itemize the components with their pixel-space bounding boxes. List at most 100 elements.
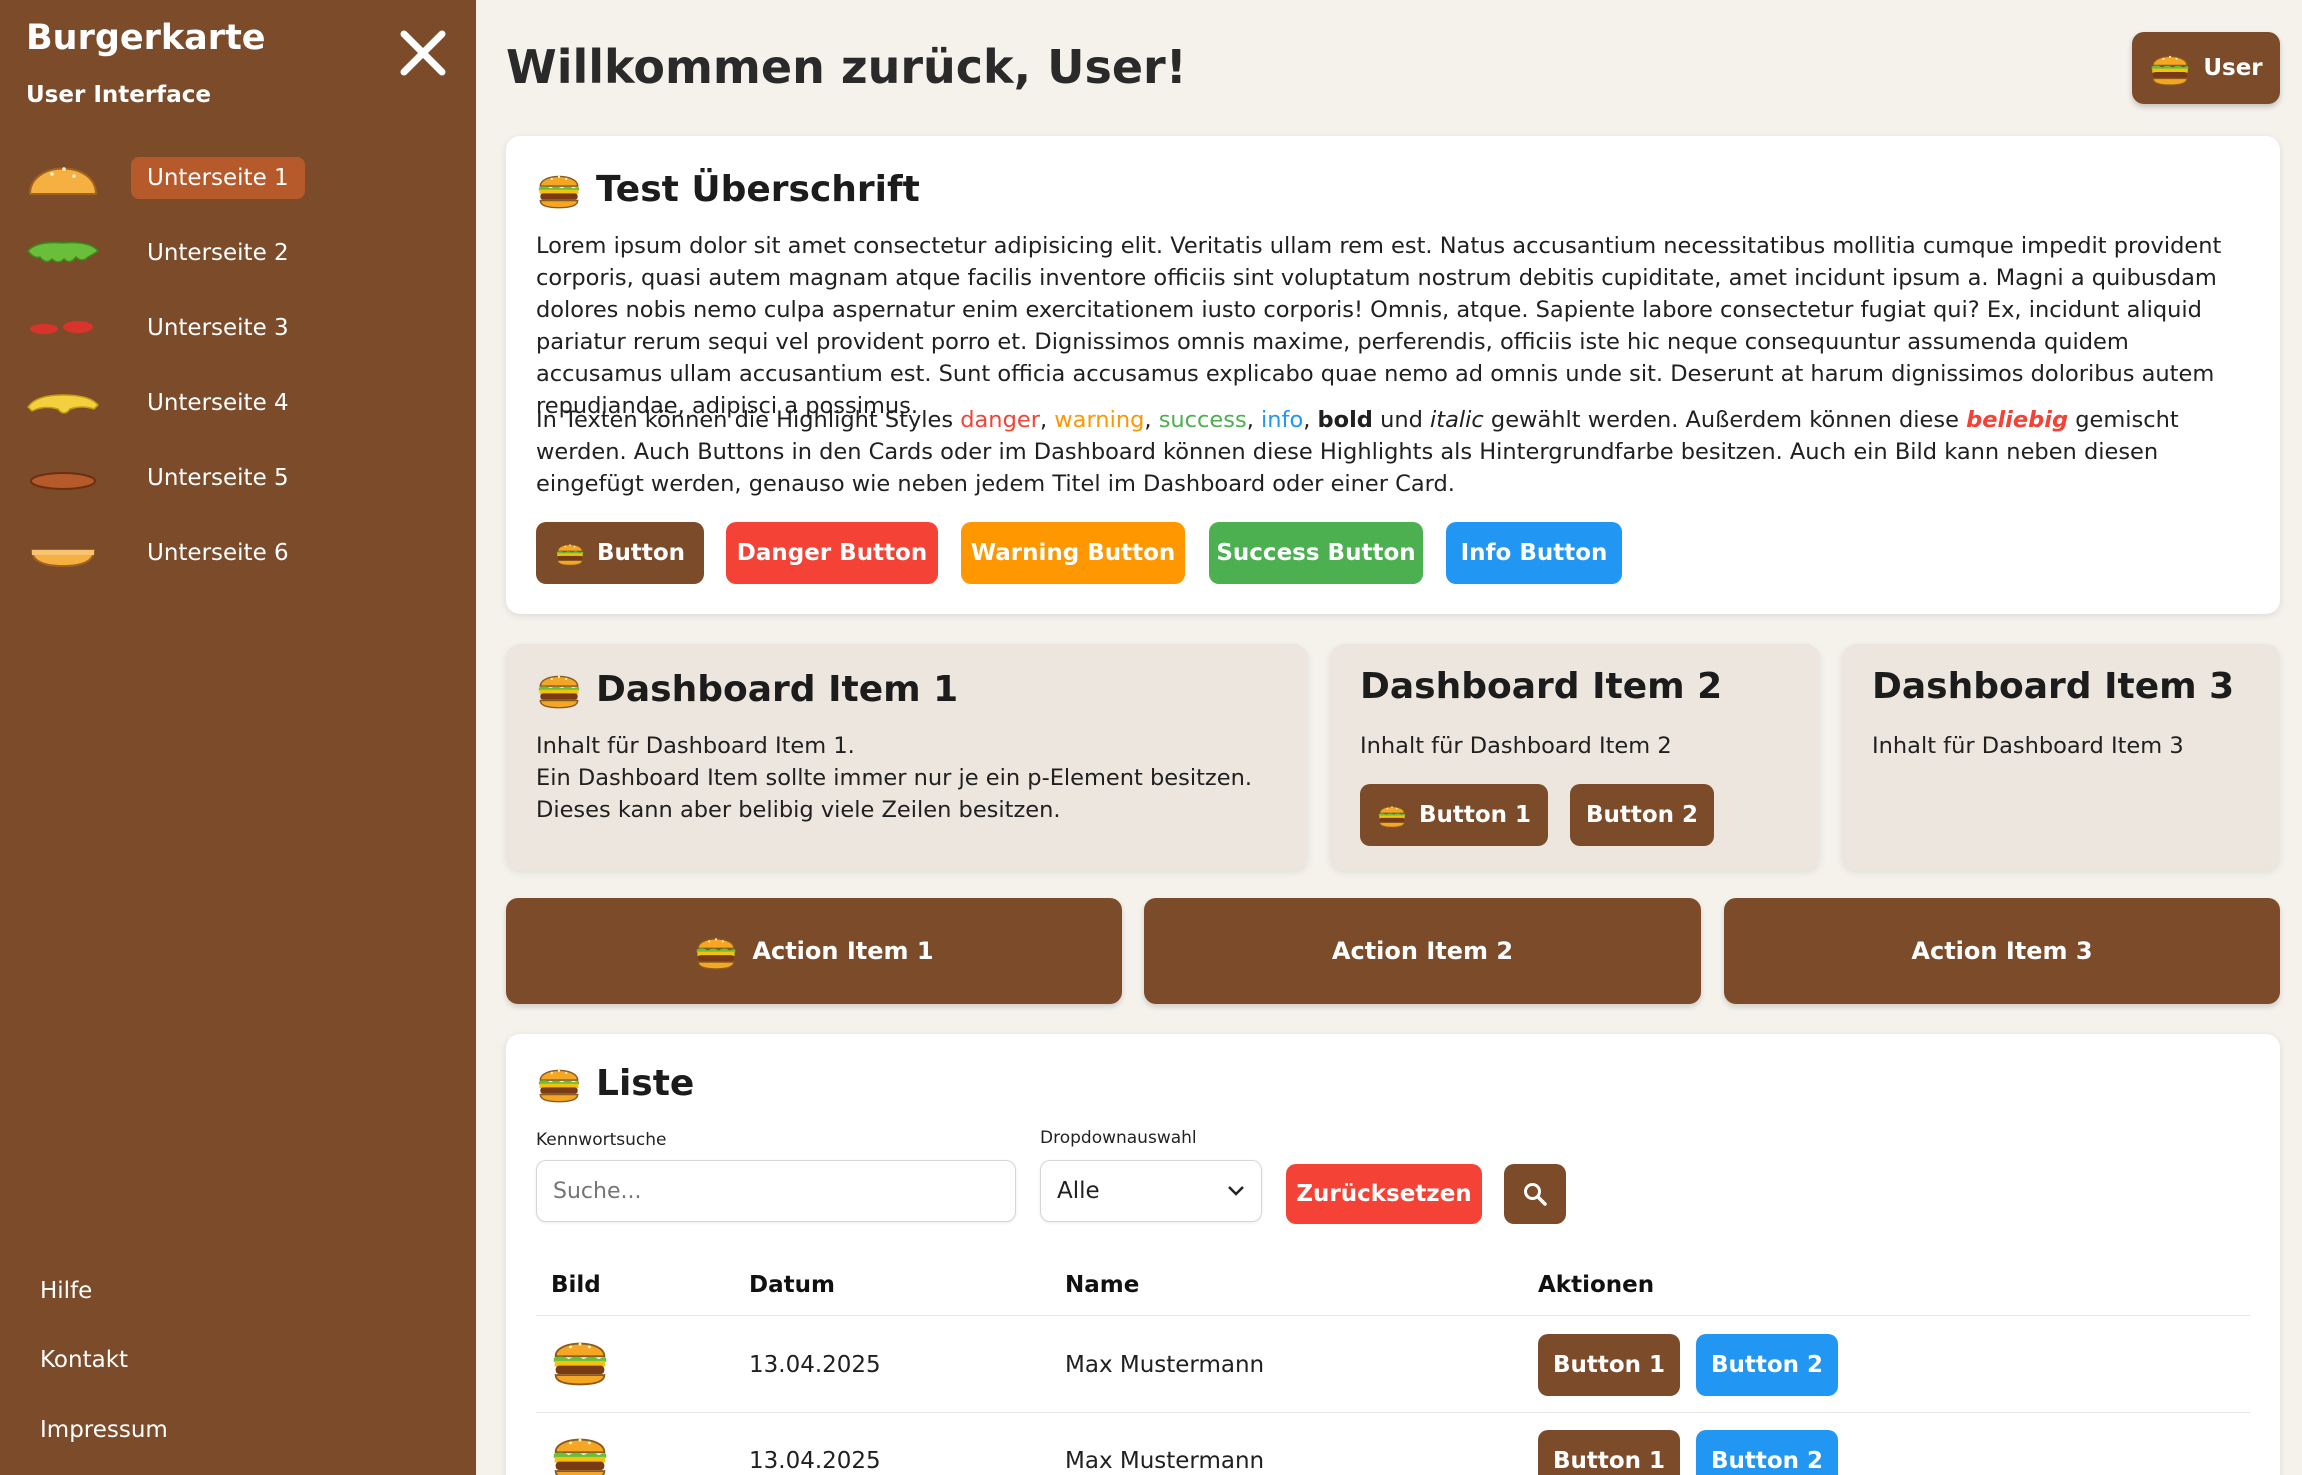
dashboard-button-1[interactable]: Button 1 [1360, 784, 1548, 846]
search-label: Kennwortsuche [536, 1130, 667, 1150]
sidebar-item-label: Unterseite 5 [147, 465, 289, 491]
default-button-label: Button [596, 540, 686, 566]
footer-link-impressum[interactable]: Impressum [40, 1417, 168, 1443]
search-icon [1524, 1183, 1547, 1206]
text-segment: , [1246, 407, 1262, 433]
row-divider [536, 1315, 2250, 1316]
burger-icon [536, 666, 582, 712]
text-segment: gewählt werden. Außerdem können diese [1483, 407, 1967, 433]
dashboard-item-text: Inhalt für Dashboard Item 2 [1360, 733, 1672, 759]
sidebar-item-unterseite-4[interactable]: Unterseite 4 [0, 372, 476, 434]
burger-icon [550, 1330, 610, 1390]
row-date: 13.04.2025 [749, 1448, 881, 1474]
highlight-success: success [1158, 407, 1247, 433]
sidebar-item-label: Unterseite 2 [147, 240, 289, 266]
burger-icon [2149, 47, 2191, 89]
row-name: Max Mustermann [1065, 1352, 1265, 1378]
sidebar-item-label: Unterseite 1 [131, 157, 305, 199]
action-item-label: Action Item 1 [752, 937, 934, 965]
sidebar-item-unterseite-2[interactable]: Unterseite 2 [0, 222, 476, 284]
dashboard-item-2: Dashboard Item 2 Inhalt für Dashboard It… [1330, 644, 1820, 870]
highlight-mixed: beliebig [1966, 407, 2069, 433]
reset-button[interactable]: Zurücksetzen [1286, 1164, 1482, 1224]
text-segment: und [1372, 407, 1431, 433]
intro-card: Test Überschrift Lorem ipsum dolor sit a… [506, 136, 2280, 614]
dropdown-label: Dropdownauswahl [1040, 1128, 1197, 1148]
dashboard-item-text: Inhalt für Dashboard Item 3 [1872, 733, 2184, 759]
text-segment: , [1144, 407, 1159, 433]
row-button-2[interactable]: Button 2 [1696, 1430, 1838, 1475]
sidebar-item-label: Unterseite 6 [147, 540, 289, 566]
row-button-2[interactable]: Button 2 [1696, 1334, 1838, 1396]
row-button-1[interactable]: Button 1 [1538, 1430, 1680, 1475]
warning-button[interactable]: Warning Button [961, 522, 1185, 584]
dashboard-item-title: Dashboard Item 2 [1360, 666, 1723, 707]
burger-icon [536, 1060, 582, 1106]
dashboard-item-title: Dashboard Item 1 [536, 666, 958, 712]
dashboard-line: Dieses kann aber belibig viele Zeilen be… [536, 797, 1061, 823]
list-title-text: Liste [596, 1062, 695, 1104]
row-divider [536, 1412, 2250, 1413]
dashboard-item-text: Inhalt für Dashboard Item 1. Ein Dashboa… [536, 730, 1288, 826]
text-segment: , [1039, 407, 1055, 433]
dashboard-item-3: Dashboard Item 3 Inhalt für Dashboard It… [1842, 644, 2280, 870]
text-segment: , [1303, 407, 1318, 433]
search-button[interactable] [1504, 1164, 1566, 1224]
search-input[interactable] [536, 1160, 1016, 1222]
highlight-warning: warning [1054, 407, 1145, 433]
default-button[interactable]: Button [536, 522, 704, 584]
highlight-danger: danger [960, 407, 1040, 433]
info-button[interactable]: Info Button [1446, 522, 1622, 584]
sidebar-item-label: Unterseite 4 [147, 390, 289, 416]
dashboard-line: Inhalt für Dashboard Item 1. [536, 733, 855, 759]
page-title: Willkommen zurück, User! [506, 40, 1187, 94]
bun-bottom-icon [26, 531, 100, 575]
text-segment: In Texten können die Highlight Styles [536, 407, 961, 433]
dropdown-select[interactable]: Alle [1040, 1160, 1262, 1222]
list-title: Liste [536, 1060, 694, 1106]
action-item-3[interactable]: Action Item 3 [1724, 898, 2280, 1004]
sidebar-item-label: Unterseite 3 [147, 315, 289, 341]
sidebar-item-unterseite-3[interactable]: Unterseite 3 [0, 297, 476, 359]
action-item-2[interactable]: Action Item 2 [1144, 898, 1701, 1004]
cheese-icon [26, 381, 100, 425]
row-name: Max Mustermann [1065, 1448, 1265, 1474]
highlight-italic: italic [1430, 407, 1484, 433]
highlight-info: info [1261, 407, 1304, 433]
burger-icon [694, 929, 738, 973]
patty-icon [26, 456, 100, 500]
lettuce-icon [26, 231, 100, 275]
dashboard-item-title: Dashboard Item 3 [1872, 666, 2235, 707]
sidebar-item-unterseite-1[interactable]: Unterseite 1 [0, 147, 476, 209]
success-button[interactable]: Success Button [1209, 522, 1423, 584]
action-item-1[interactable]: Action Item 1 [506, 898, 1122, 1004]
dropdown-value: Alle [1057, 1178, 1100, 1204]
footer-link-hilfe[interactable]: Hilfe [40, 1278, 92, 1304]
tomato-icon [26, 306, 100, 350]
user-button[interactable]: User [2132, 32, 2280, 104]
danger-button[interactable]: Danger Button [726, 522, 938, 584]
row-date: 13.04.2025 [749, 1352, 881, 1378]
column-header-name: Name [1065, 1272, 1140, 1298]
dashboard-item-title-text: Dashboard Item 1 [596, 668, 959, 710]
sidebar-item-unterseite-6[interactable]: Unterseite 6 [0, 522, 476, 584]
column-header-datum: Datum [749, 1272, 835, 1298]
sidebar-title: Burgerkarte [26, 18, 266, 58]
row-button-1[interactable]: Button 1 [1538, 1334, 1680, 1396]
close-icon[interactable] [396, 26, 450, 80]
list-card: Liste Kennwortsuche Dropdownauswahl Alle… [506, 1034, 2280, 1475]
burger-icon [555, 538, 585, 568]
dashboard-line: Ein Dashboard Item sollte immer nur je e… [536, 765, 1252, 791]
intro-paragraph-1: Lorem ipsum dolor sit amet consectetur a… [536, 233, 2222, 419]
burger-icon [550, 1426, 610, 1475]
dashboard-item-1: Dashboard Item 1 Inhalt für Dashboard It… [506, 644, 1308, 870]
bun-top-icon [26, 156, 100, 200]
intro-card-title-text: Test Überschrift [596, 168, 920, 210]
highlight-bold: bold [1317, 407, 1373, 433]
burger-icon [1377, 800, 1407, 830]
sidebar-item-unterseite-5[interactable]: Unterseite 5 [0, 447, 476, 509]
footer-link-kontakt[interactable]: Kontakt [40, 1347, 128, 1373]
column-header-aktionen: Aktionen [1538, 1272, 1655, 1298]
dashboard-button-2[interactable]: Button 2 [1570, 784, 1714, 846]
burger-icon [536, 166, 582, 212]
